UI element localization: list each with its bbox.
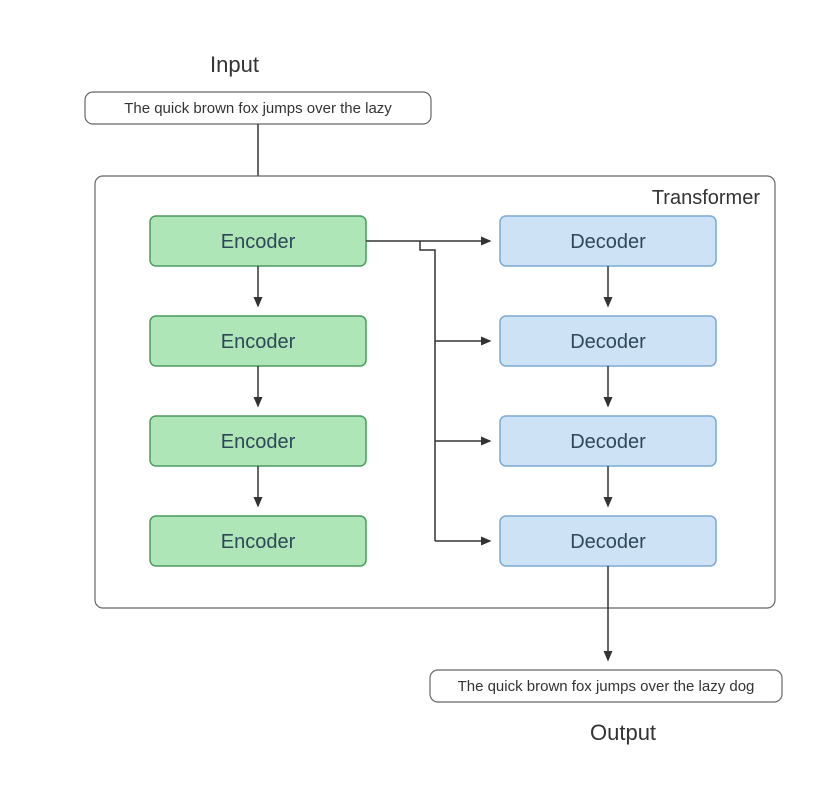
decoder-2-label: Decoder bbox=[570, 331, 646, 353]
encoder-1-label: Encoder bbox=[221, 231, 296, 253]
output-text: The quick brown fox jumps over the lazy … bbox=[458, 678, 755, 695]
decoder-3-label: Decoder bbox=[570, 431, 646, 453]
decoder-4-label: Decoder bbox=[570, 531, 646, 553]
transformer-label: Transformer bbox=[652, 187, 761, 209]
decoder-1-label: Decoder bbox=[570, 231, 646, 253]
input-text: The quick brown fox jumps over the lazy bbox=[124, 100, 392, 117]
encoder-2-label: Encoder bbox=[221, 331, 296, 353]
encoder-4-label: Encoder bbox=[221, 531, 296, 553]
output-title: Output bbox=[590, 720, 656, 745]
transformer-diagram: Input The quick brown fox jumps over the… bbox=[0, 0, 840, 800]
encoder-3-label: Encoder bbox=[221, 431, 296, 453]
input-title: Input bbox=[210, 52, 259, 77]
